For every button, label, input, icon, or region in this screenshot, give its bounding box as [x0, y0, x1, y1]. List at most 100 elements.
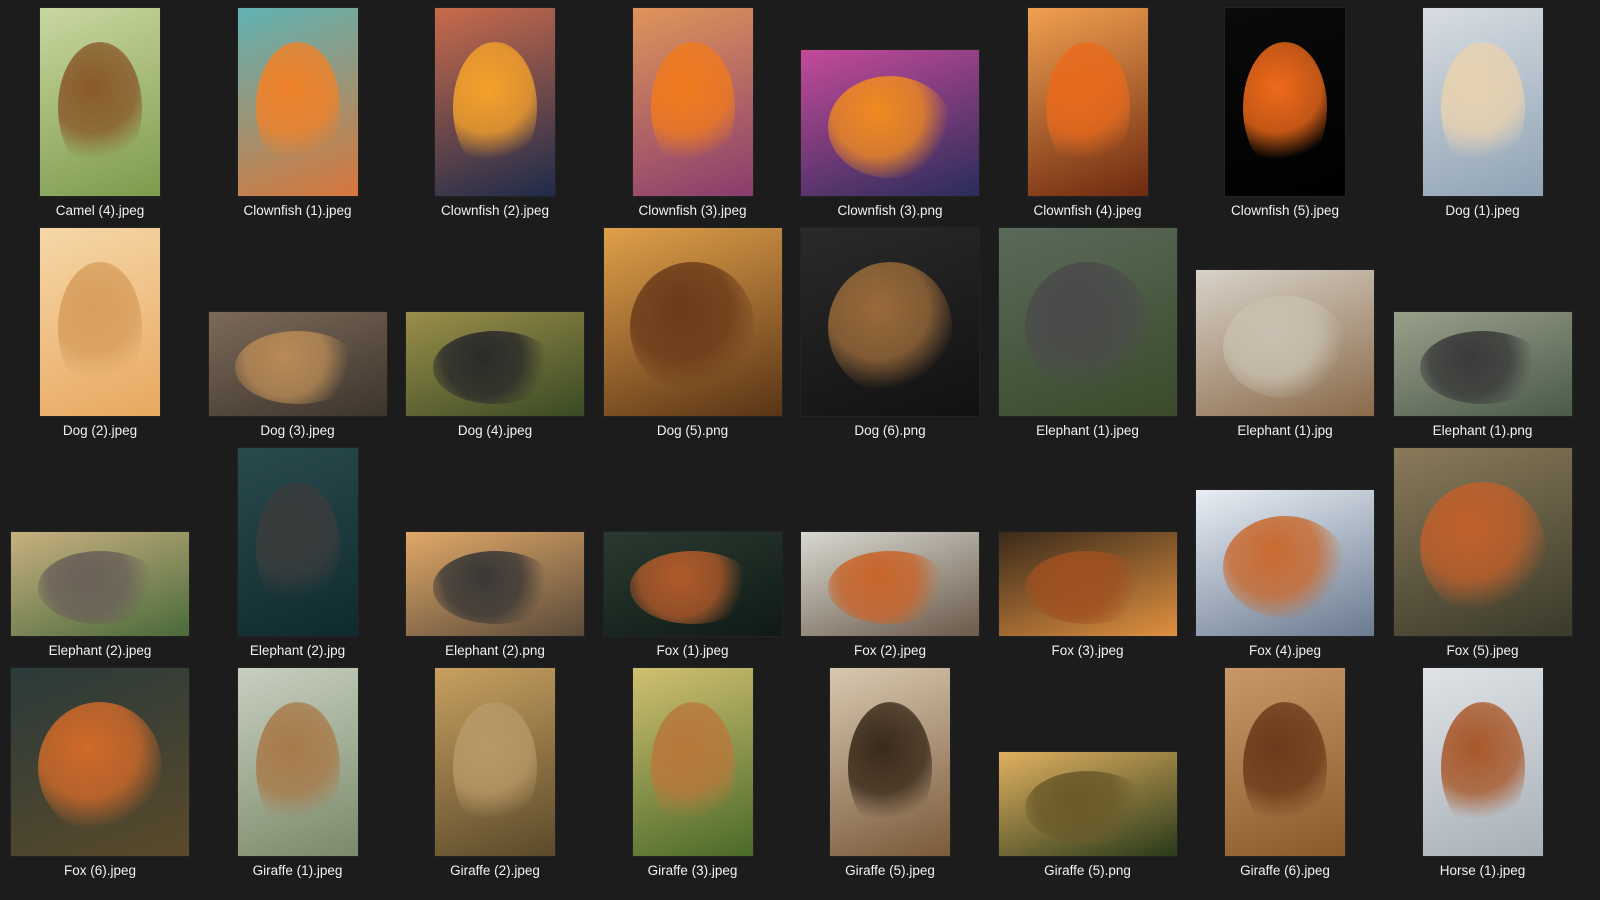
thumbnail-frame	[204, 666, 392, 856]
thumbnail-frame	[796, 446, 984, 636]
file-name-label: Dog (5).png	[656, 423, 729, 438]
file-item[interactable]: Fox (4).jpeg	[1185, 442, 1385, 666]
file-name-label: Dog (2).jpeg	[62, 423, 138, 438]
image-thumbnail[interactable]	[998, 532, 1177, 636]
image-thumbnail[interactable]	[830, 668, 950, 856]
image-thumbnail[interactable]	[435, 8, 555, 196]
thumbnail-frame	[796, 666, 984, 856]
file-item[interactable]: Dog (3).jpeg	[198, 222, 398, 446]
thumbnail-subject	[650, 41, 735, 174]
file-name-label: Elephant (1).jpeg	[1036, 423, 1139, 438]
thumbnail-frame	[994, 226, 1182, 416]
file-item[interactable]: Giraffe (5).jpeg	[790, 662, 990, 886]
thumbnail-frame	[599, 446, 787, 636]
thumbnail-frame	[994, 446, 1182, 636]
image-thumbnail[interactable]	[1225, 668, 1345, 856]
file-item[interactable]: Elephant (1).png	[1383, 222, 1583, 446]
thumbnail-subject	[1025, 261, 1150, 394]
image-thumbnail[interactable]	[801, 228, 979, 416]
image-thumbnail[interactable]	[237, 448, 358, 636]
thumbnail-frame	[401, 666, 589, 856]
file-item[interactable]: Dog (1).jpeg	[1383, 2, 1583, 226]
image-thumbnail[interactable]	[632, 8, 753, 196]
file-item[interactable]: Clownfish (3).png	[790, 2, 990, 226]
file-name-label: Elephant (1).png	[1432, 423, 1533, 438]
image-thumbnail[interactable]	[801, 532, 979, 636]
image-thumbnail[interactable]	[1196, 270, 1374, 416]
image-thumbnail[interactable]	[1393, 312, 1572, 416]
image-thumbnail[interactable]	[632, 668, 753, 856]
file-item[interactable]: Dog (5).png	[593, 222, 793, 446]
image-thumbnail[interactable]	[1027, 8, 1148, 196]
file-item[interactable]: Fox (6).jpeg	[0, 662, 200, 886]
file-item[interactable]: Horse (1).jpeg	[1383, 662, 1583, 886]
image-thumbnail[interactable]	[1393, 448, 1572, 636]
file-item[interactable]: Clownfish (4).jpeg	[988, 2, 1188, 226]
file-item[interactable]: Fox (3).jpeg	[988, 442, 1188, 666]
file-item[interactable]: Clownfish (5).jpeg	[1185, 2, 1385, 226]
file-name-label: Clownfish (1).jpeg	[243, 203, 352, 218]
thumbnail-frame	[6, 446, 194, 636]
thumbnail-frame	[1191, 446, 1379, 636]
image-thumbnail[interactable]	[11, 668, 189, 856]
file-name-label: Fox (1).jpeg	[656, 643, 729, 658]
file-name-label: Fox (2).jpeg	[853, 643, 927, 658]
image-thumbnail[interactable]	[801, 50, 979, 196]
file-item[interactable]: Elephant (2).png	[395, 442, 595, 666]
file-item[interactable]: Dog (6).png	[790, 222, 990, 446]
thumbnail-frame	[796, 6, 984, 196]
image-thumbnail[interactable]	[40, 8, 160, 196]
file-item[interactable]: Clownfish (3).jpeg	[593, 2, 793, 226]
file-name-label: Giraffe (2).jpeg	[450, 863, 540, 878]
file-item[interactable]: Elephant (1).jpg	[1185, 222, 1385, 446]
file-name-label: Dog (3).jpeg	[260, 423, 335, 438]
file-item[interactable]: Dog (2).jpeg	[0, 222, 200, 446]
image-thumbnail[interactable]	[11, 532, 189, 636]
file-name-label: Giraffe (5).jpeg	[845, 863, 935, 878]
file-item[interactable]: Giraffe (6).jpeg	[1185, 662, 1385, 886]
image-thumbnail[interactable]	[1225, 8, 1345, 196]
image-thumbnail[interactable]	[1196, 490, 1374, 636]
file-name-label: Clownfish (3).jpeg	[638, 203, 747, 218]
file-item[interactable]: Clownfish (1).jpeg	[198, 2, 398, 226]
image-thumbnail[interactable]	[406, 312, 584, 416]
file-name-label: Elephant (2).png	[445, 643, 545, 658]
image-thumbnail[interactable]	[603, 228, 782, 416]
image-thumbnail[interactable]	[237, 8, 358, 196]
file-name-label: Dog (1).jpeg	[1445, 203, 1520, 218]
file-item[interactable]: Fox (5).jpeg	[1383, 442, 1583, 666]
file-item[interactable]: Elephant (2).jpg	[198, 442, 398, 666]
file-item[interactable]: Camel (4).jpeg	[0, 2, 200, 226]
file-item[interactable]: Clownfish (2).jpeg	[395, 2, 595, 226]
image-thumbnail[interactable]	[1422, 668, 1543, 856]
file-name-label: Dog (4).jpeg	[457, 423, 533, 438]
file-name-label: Camel (4).jpeg	[55, 203, 145, 218]
thumbnail-subject	[453, 701, 537, 834]
file-item[interactable]: Elephant (1).jpeg	[988, 222, 1188, 446]
thumbnail-subject	[630, 261, 755, 394]
image-thumbnail[interactable]	[406, 532, 584, 636]
image-thumbnail[interactable]	[603, 532, 782, 636]
image-thumbnail[interactable]	[40, 228, 160, 416]
file-item[interactable]: Fox (2).jpeg	[790, 442, 990, 666]
file-item[interactable]: Giraffe (3).jpeg	[593, 662, 793, 886]
image-thumbnail[interactable]	[435, 668, 555, 856]
file-name-label: Giraffe (6).jpeg	[1240, 863, 1330, 878]
image-thumbnail[interactable]	[998, 752, 1177, 856]
file-item[interactable]: Giraffe (2).jpeg	[395, 662, 595, 886]
thumbnail-subject	[1025, 770, 1150, 844]
file-item[interactable]: Giraffe (5).png	[988, 662, 1188, 886]
file-name-label: Clownfish (2).jpeg	[440, 203, 550, 218]
file-item[interactable]: Dog (4).jpeg	[395, 222, 595, 446]
thumbnail-subject	[1243, 41, 1327, 174]
image-thumbnail[interactable]	[237, 668, 358, 856]
file-item[interactable]: Elephant (2).jpeg	[0, 442, 200, 666]
image-thumbnail[interactable]	[208, 312, 387, 416]
file-name-label: Elephant (1).jpg	[1237, 423, 1333, 438]
thumbnail-frame	[401, 6, 589, 196]
image-thumbnail[interactable]	[1422, 8, 1543, 196]
thumbnail-frame	[994, 6, 1182, 196]
image-thumbnail[interactable]	[998, 228, 1177, 416]
file-item[interactable]: Fox (1).jpeg	[593, 442, 793, 666]
file-item[interactable]: Giraffe (1).jpeg	[198, 662, 398, 886]
